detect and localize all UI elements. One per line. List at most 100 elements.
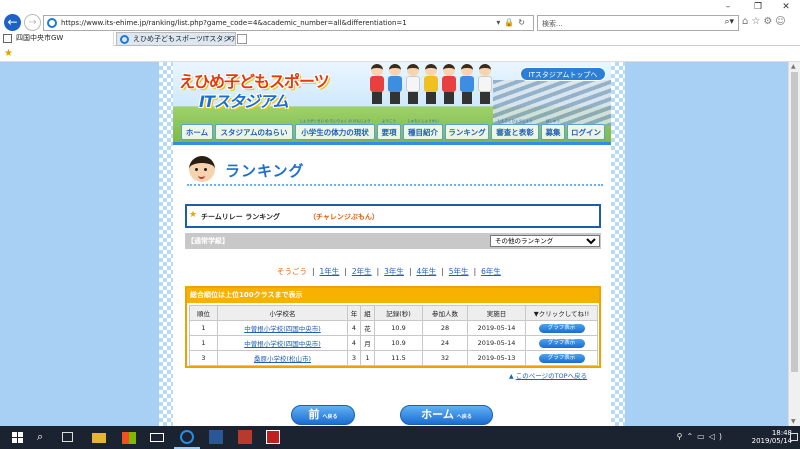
mail-icon[interactable] (150, 433, 164, 442)
internet-explorer-icon[interactable] (180, 430, 194, 444)
clock-time[interactable]: 18:48 (752, 429, 792, 437)
col-rank: 順位 (189, 305, 218, 321)
other-ranking-select[interactable]: その他のランキング (490, 235, 600, 247)
nav-divider (173, 142, 611, 145)
mascot-face-icon (189, 156, 215, 182)
col-school: 小学校名 (217, 305, 348, 321)
close-tab-icon[interactable]: ✕ (226, 33, 232, 45)
task-view-icon[interactable] (62, 432, 73, 442)
tab-row: 四国中央市GW えひめ子どもスポーツITスタジア... ✕ (0, 32, 800, 46)
search-input[interactable]: 検索... ⌕▾ (537, 15, 739, 31)
grade-link-5[interactable]: 5年生 (449, 267, 469, 276)
tab-shikoku-chuo[interactable]: 四国中央市GW (0, 32, 114, 46)
grade-link-1[interactable]: 1年生 (320, 267, 340, 276)
nav-ranking[interactable]: ランキング (445, 124, 489, 140)
col-date: 実施日 (467, 305, 526, 321)
class-cell: 1 (360, 350, 375, 366)
search-icon[interactable]: ⌕ (37, 430, 51, 444)
child-figure (387, 64, 403, 106)
title-underline (187, 184, 603, 186)
nav-guidelines[interactable]: ようこう 要項 (377, 119, 401, 140)
back-button[interactable]: ← (4, 14, 21, 31)
graph-button[interactable]: グラフ表示 (538, 354, 585, 363)
school-link[interactable]: 桑原小学校(松山市) (254, 355, 311, 363)
favorites-bar: ★ (0, 46, 800, 62)
school-cell: 桑原小学校(松山市) (217, 350, 348, 366)
app-icon[interactable] (238, 430, 252, 444)
table-header-row: 順位 小学校名 年 組 記録(秒) 参加人数 実施日 ▼クリックしてね!! (189, 305, 598, 321)
graph-button[interactable]: グラフ表示 (538, 324, 585, 333)
grade-link-overall[interactable]: そうごう (277, 267, 307, 276)
graph-cell: グラフ表示 (525, 350, 598, 366)
nav-fitness-status[interactable]: しょうがくせい の たいりょく の げんじょう 小学生の体力の現状 (295, 119, 375, 140)
main-nav: ホーム スタジアムのねらい しょうがくせい の たいりょく の げんじょう 小学生… (173, 119, 611, 142)
clock-date[interactable]: 2019/05/14 (752, 437, 792, 445)
file-explorer-icon[interactable] (92, 433, 106, 443)
nav-judging[interactable]: しんさとひょうしょう 審査と表彰 (491, 119, 539, 140)
favorites-star-icon[interactable]: ★ (4, 48, 13, 59)
date-cell: 2019-05-13 (467, 350, 526, 366)
child-figure (423, 64, 439, 106)
back-page-button[interactable]: 前へ戻る (291, 405, 355, 425)
search-placeholder: 検索... (542, 20, 563, 28)
it-stadium-top-button[interactable]: ITスタジアムトップへ (520, 67, 606, 81)
vertical-scrollbar[interactable]: ▲ ▼ (788, 62, 800, 426)
participants-cell: 28 (422, 320, 468, 336)
grade-link-4[interactable]: 4年生 (416, 267, 436, 276)
participants-cell: 32 (422, 350, 468, 366)
rank-cell: 1 (189, 335, 218, 351)
site-logo-line2[interactable]: ITスタジアム (199, 88, 289, 112)
grade-link-6[interactable]: 6年生 (481, 267, 501, 276)
address-bar[interactable]: https://www.its-ehime.jp/ranking/list.ph… (43, 15, 534, 31)
scroll-down-icon[interactable]: ▼ (791, 418, 796, 425)
rank-cell: 3 (189, 350, 218, 366)
new-tab-button[interactable] (237, 34, 247, 44)
grade-link-2[interactable]: 2年生 (352, 267, 372, 276)
page-border-right (611, 62, 625, 426)
search-icon[interactable]: ⌕▾ (724, 17, 734, 27)
col-record: 記録(秒) (374, 305, 423, 321)
tab-ehime-stadium[interactable]: えひめ子どもスポーツITスタジア... ✕ (116, 32, 236, 46)
lock-refresh-icons[interactable]: ▾🔒↻ (496, 18, 529, 27)
record-cell: 10.9 (374, 320, 423, 336)
date-cell: 2019-05-14 (467, 320, 526, 336)
table-row: 1 中曽根小学校(四国中央市) 4 月 10.9 24 2019-05-14 グ… (189, 335, 598, 351)
nav-events[interactable]: しゅもくしょうかい 種目紹介 (403, 119, 443, 140)
home-page-button[interactable]: ホーム へ戻る (400, 405, 493, 425)
scrollbar-thumb[interactable] (791, 72, 798, 372)
nav-recruit[interactable]: ぼしゅう 募集 (541, 119, 565, 140)
nav-home[interactable]: ホーム (181, 124, 213, 140)
site-banner: えひめ子どもスポーツ ITスタジアム ITスタジアムトップへ ホーム スタジアム… (173, 62, 611, 142)
browser-chrome: – ❐ ✕ ← → https://www.its-ehime.jp/ranki… (0, 0, 800, 62)
year-cell: 4 (347, 320, 361, 336)
class-cell: 月 (360, 335, 375, 351)
ranking-box: 総合順位は上位100クラスまで表示 順位 小学校名 年 組 記録(秒) 参加人数… (185, 286, 601, 368)
graph-button[interactable]: グラフ表示 (538, 339, 585, 348)
tab-label: えひめ子どもスポーツITスタジア... (133, 35, 236, 43)
school-link[interactable]: 中曽根小学校(四国中央市) (244, 325, 321, 333)
word-icon[interactable] (209, 430, 223, 444)
windows-start-icon[interactable] (12, 432, 23, 443)
store-icon[interactable] (122, 432, 136, 444)
page-border-left (159, 62, 173, 426)
grade-link-3[interactable]: 3年生 (384, 267, 404, 276)
tray-icons[interactable]: ⚲⌃▭◁) (677, 432, 726, 441)
notification-icon[interactable] (790, 433, 798, 441)
nav-aim[interactable]: スタジアムのねらい (215, 124, 293, 140)
nav-login[interactable]: ログイン (567, 124, 605, 140)
page-top-link[interactable]: ▲ このページのTOPへ戻る (509, 370, 587, 380)
toolbar-icons[interactable]: ⌂☆⚙☺ (742, 16, 789, 27)
app-icon[interactable] (266, 430, 280, 444)
star-icon: ★ (189, 210, 198, 220)
ranking-note: 総合順位は上位100クラスまで表示 (187, 288, 599, 303)
school-link[interactable]: 中曽根小学校(四国中央市) (244, 340, 321, 348)
scroll-up-icon[interactable]: ▲ (791, 63, 796, 70)
child-figure (405, 64, 421, 106)
col-graph: ▼クリックしてね!! (525, 305, 598, 321)
child-figure (369, 64, 385, 106)
school-cell: 中曽根小学校(四国中央市) (217, 335, 348, 351)
forward-button[interactable]: → (24, 14, 41, 31)
taskbar: ⌕ ⚲⌃▭◁) 18:48 2019/05/14 (0, 426, 800, 449)
record-cell: 11.5 (374, 350, 423, 366)
class-type-label: 【通常学級】 (187, 237, 229, 245)
